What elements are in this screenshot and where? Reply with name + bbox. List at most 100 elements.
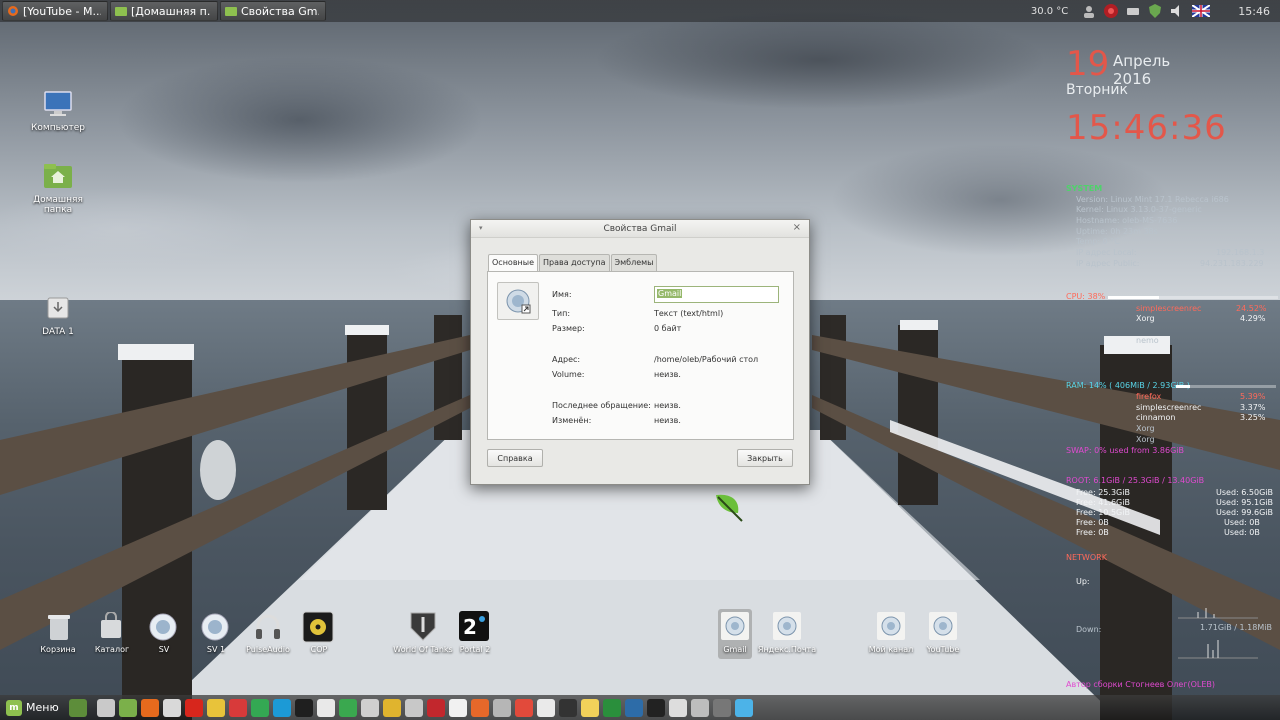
system-tray: 30.0 °C 15:46 xyxy=(1031,0,1280,22)
tools-icon[interactable] xyxy=(514,698,533,717)
shield-icon[interactable] xyxy=(1148,4,1162,18)
chrome-icon[interactable] xyxy=(316,698,335,717)
dock-label-portal-2: Portal 2 xyxy=(459,645,491,654)
radiation-app-icon[interactable] xyxy=(302,611,334,643)
name-field[interactable]: Gmail xyxy=(654,286,779,303)
skype-icon[interactable] xyxy=(272,698,291,717)
close-button[interactable]: Закрыть xyxy=(737,449,793,467)
mail-icon[interactable] xyxy=(360,698,379,717)
taskbar-window-youtube[interactable]: [YouTube - M... xyxy=(2,1,108,21)
video-icon[interactable] xyxy=(536,698,555,717)
conky-network-graph xyxy=(1178,608,1258,659)
conky-disk-free: Free: 25.3GiB xyxy=(1076,488,1130,497)
modified-label: Изменён: xyxy=(552,416,592,425)
conky-ram-header: RAM: 14% ( 406MiB / 2.93GiB ) xyxy=(1066,381,1190,390)
size-label: Размер: xyxy=(552,324,585,333)
conky-disk-free: Free: 0B xyxy=(1076,518,1109,527)
download-icon[interactable] xyxy=(228,698,247,717)
conky-cpu-bar xyxy=(1108,296,1278,299)
menu-button[interactable]: m Меню xyxy=(6,699,59,716)
banana-icon[interactable] xyxy=(206,698,225,717)
conky-ram-proc-value: 3.37% xyxy=(1240,403,1266,412)
keyboard-layout-uk-flag-icon[interactable] xyxy=(1192,5,1211,17)
portal-2-icon[interactable]: 2 xyxy=(458,610,490,642)
gmail-m-icon[interactable] xyxy=(184,698,203,717)
html-file-icon[interactable] xyxy=(876,611,906,641)
help-button[interactable]: Справка xyxy=(487,449,543,467)
terminal-icon[interactable] xyxy=(294,698,313,717)
desktop-icon-home-folder[interactable]: Домашняя папка xyxy=(23,162,93,215)
game-icon[interactable] xyxy=(382,698,401,717)
conky-credit: Автор сборки Стогнеев Олег(OLEB) xyxy=(1066,680,1215,689)
world-of-tanks-icon[interactable] xyxy=(408,610,438,642)
tab-permissions[interactable]: Права доступа xyxy=(539,254,610,271)
update-icon[interactable] xyxy=(338,698,357,717)
network-icon[interactable] xyxy=(1126,4,1140,18)
globe-link-icon[interactable] xyxy=(148,612,178,642)
home-folder-icon xyxy=(44,164,72,188)
folder-icon xyxy=(115,7,127,16)
html-file-icon[interactable] xyxy=(720,611,750,641)
trash-icon[interactable] xyxy=(46,612,72,642)
taskbar-window-label: Свойства Gm... xyxy=(241,4,319,18)
tab-basic[interactable]: Основные xyxy=(488,254,539,271)
conky-kernel: Kernel: Linux 3.13.0-37-generic xyxy=(1076,205,1202,214)
conky-ram-proc-name: cinnamon xyxy=(1136,413,1176,422)
conky-ram-proc-name: simplescreenrec xyxy=(1136,403,1202,412)
menu-label: Меню xyxy=(26,701,59,714)
dialog-tabs: Основные Права доступа Эмблемы xyxy=(488,254,658,271)
conky-down-label: Down: xyxy=(1076,625,1102,634)
show-desktop-icon[interactable] xyxy=(68,698,87,717)
firefox-icon[interactable] xyxy=(140,698,159,717)
html-file-icon[interactable] xyxy=(928,611,958,641)
ball-icon[interactable] xyxy=(668,698,687,717)
network-app-icon[interactable] xyxy=(734,698,753,717)
conky-disk-free: Free: 0B xyxy=(1076,528,1109,537)
html-file-icon[interactable] xyxy=(772,611,802,641)
conky-version: Version: Linux Mint 17.1 Rebecca i686 xyxy=(1076,195,1229,204)
desktop-icon-label: Компьютер xyxy=(31,123,85,133)
conky-disk-used: Used: 0B xyxy=(1224,528,1260,537)
screen-icon[interactable] xyxy=(404,698,423,717)
user-icon[interactable] xyxy=(1082,4,1096,18)
taskbar-window-properties[interactable]: Свойства Gm... xyxy=(220,1,326,21)
address-value: /home/oleb/Рабочий стол xyxy=(654,355,759,364)
accessed-value: неизв. xyxy=(654,401,681,410)
settings-tools-icon[interactable] xyxy=(96,698,115,717)
clapper-icon[interactable] xyxy=(646,698,665,717)
panel-clock[interactable]: 15:46 xyxy=(1238,5,1270,18)
globe-app-icon[interactable] xyxy=(602,698,621,717)
drive-icon xyxy=(47,297,69,319)
steam-icon[interactable] xyxy=(624,698,643,717)
dialog-titlebar[interactable]: ▾ Свойства Gmail × xyxy=(471,220,809,238)
x-app-icon[interactable] xyxy=(470,698,489,717)
cherry-icon[interactable] xyxy=(426,698,445,717)
sticky-notes-icon[interactable] xyxy=(580,698,599,717)
plane-icon[interactable] xyxy=(712,698,731,717)
conky-clock: 15:46:36 xyxy=(1066,108,1227,148)
green-app-icon[interactable] xyxy=(250,698,269,717)
desktop-icon-data-drive[interactable]: DATA 1 xyxy=(23,294,93,337)
volume-icon[interactable] xyxy=(1170,4,1184,18)
window-menu-icon[interactable]: ▾ xyxy=(479,224,483,232)
lock-folder-icon[interactable] xyxy=(98,612,124,642)
html-file-icon xyxy=(506,289,531,314)
conky-weekday: Вторник xyxy=(1066,82,1128,98)
globe-link-icon[interactable] xyxy=(200,612,230,642)
address-label: Адрес: xyxy=(552,355,581,364)
notes-icon[interactable] xyxy=(448,698,467,717)
files-icon[interactable] xyxy=(118,698,137,717)
taskbar-window-home-folder[interactable]: [Домашняя п... xyxy=(110,1,218,21)
tab-emblems[interactable]: Эмблемы xyxy=(610,254,658,271)
camera-icon[interactable] xyxy=(558,698,577,717)
image-viewer-icon[interactable] xyxy=(162,698,181,717)
desktop-icon-computer[interactable]: Компьютер xyxy=(23,90,93,133)
conky-cpu-proc-value: 4.29% xyxy=(1240,314,1266,323)
calculator-icon[interactable] xyxy=(690,698,709,717)
close-icon[interactable]: × xyxy=(793,222,801,233)
record-icon[interactable] xyxy=(1104,4,1119,18)
accessed-label: Последнее обращение: xyxy=(552,401,651,410)
file-icon-button[interactable] xyxy=(497,282,539,320)
media-icon[interactable] xyxy=(492,698,511,717)
headphones-icon[interactable] xyxy=(254,612,282,642)
